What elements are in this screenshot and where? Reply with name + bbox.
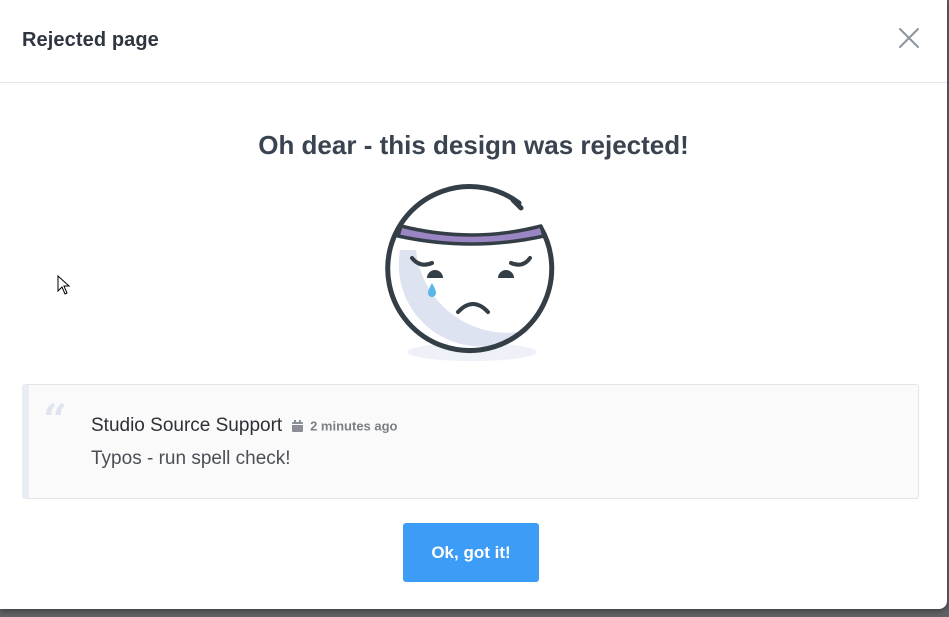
comment-timestamp: 2 minutes ago: [310, 418, 398, 434]
rejected-page-modal: Rejected page Oh dear - this design was …: [0, 0, 947, 609]
comment-meta: Studio Source Support 2 minutes ago: [91, 415, 398, 437]
calendar-icon: [291, 420, 303, 432]
modal-title: Rejected page: [22, 29, 159, 51]
close-icon: [899, 28, 919, 48]
ok-got-it-button[interactable]: Ok, got it!: [403, 523, 539, 582]
rejection-comment: “ Studio Source Support 2 minutes ago Ty…: [22, 384, 919, 499]
sad-face-illustration: [385, 184, 555, 361]
quote-icon: “: [43, 395, 68, 444]
comment-text: Typos - run spell check!: [91, 448, 291, 469]
backdrop-bottom: [0, 609, 949, 617]
mouse-pointer-icon: [57, 275, 71, 295]
rejection-headline: Oh dear - this design was rejected!: [258, 130, 689, 160]
comment-author: Studio Source Support: [91, 415, 283, 436]
modal-header: Rejected page: [0, 0, 947, 83]
close-button[interactable]: [897, 26, 921, 50]
